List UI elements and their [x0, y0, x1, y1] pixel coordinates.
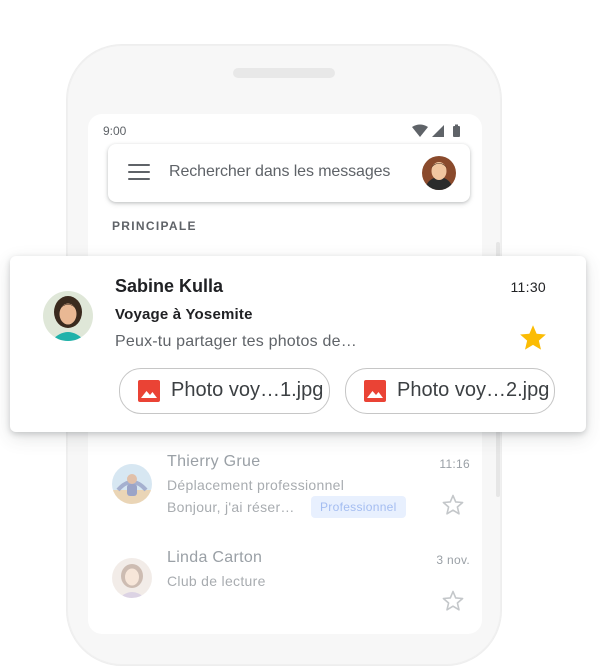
account-avatar[interactable]: [422, 156, 456, 190]
phone-speaker: [233, 68, 335, 78]
highlighted-email-card[interactable]: Sabine Kulla 11:30 Voyage à Yosemite Peu…: [10, 256, 586, 432]
status-time: 9:00: [103, 124, 127, 138]
attachment-name: Photo voy…1.jpg: [171, 379, 324, 401]
sender-avatar: [112, 464, 152, 504]
email-sender: Sabine Kulla: [115, 276, 224, 296]
list-item[interactable]: Linda Carton 3 nov. Club de lecture: [88, 542, 482, 638]
signal-icon: [432, 125, 444, 137]
star-outline-icon[interactable]: [441, 493, 465, 517]
battery-icon: [453, 124, 460, 137]
sender-avatar: [43, 291, 93, 341]
search-bar[interactable]: Rechercher dans les messages: [108, 144, 470, 202]
attachment-chip[interactable]: Photo voy…1.jpg: [119, 368, 330, 414]
search-input[interactable]: Rechercher dans les messages: [169, 163, 390, 181]
email-snippet: Bonjour, j'ai réser…: [167, 499, 295, 515]
image-icon: [364, 380, 386, 402]
hamburger-menu-icon[interactable]: [128, 164, 150, 182]
email-subject: Club de lecture: [167, 573, 266, 589]
status-icons: [412, 124, 460, 137]
email-subject: Voyage à Yosemite: [115, 306, 253, 323]
star-icon[interactable]: [518, 323, 548, 353]
email-time: 3 nov.: [436, 553, 470, 567]
attachment-name: Photo voy…2.jpg: [397, 379, 550, 401]
attachment-chip[interactable]: Photo voy…2.jpg: [345, 368, 555, 414]
email-sender: Thierry Grue: [167, 453, 261, 470]
email-sender: Linda Carton: [167, 549, 263, 566]
label-chip[interactable]: Professionnel: [311, 496, 406, 518]
wifi-icon: [412, 124, 428, 137]
star-outline-icon[interactable]: [441, 589, 465, 613]
list-item[interactable]: Thierry Grue 11:16 Déplacement professio…: [88, 446, 482, 542]
email-time: 11:30: [510, 279, 546, 295]
image-icon: [138, 380, 160, 402]
sender-avatar: [112, 558, 152, 598]
inbox-section-label: PRINCIPALE: [112, 219, 197, 233]
email-snippet: Peux-tu partager tes photos de…: [115, 333, 357, 350]
email-subject: Déplacement professionnel: [167, 477, 345, 493]
email-time: 11:16: [439, 457, 470, 471]
